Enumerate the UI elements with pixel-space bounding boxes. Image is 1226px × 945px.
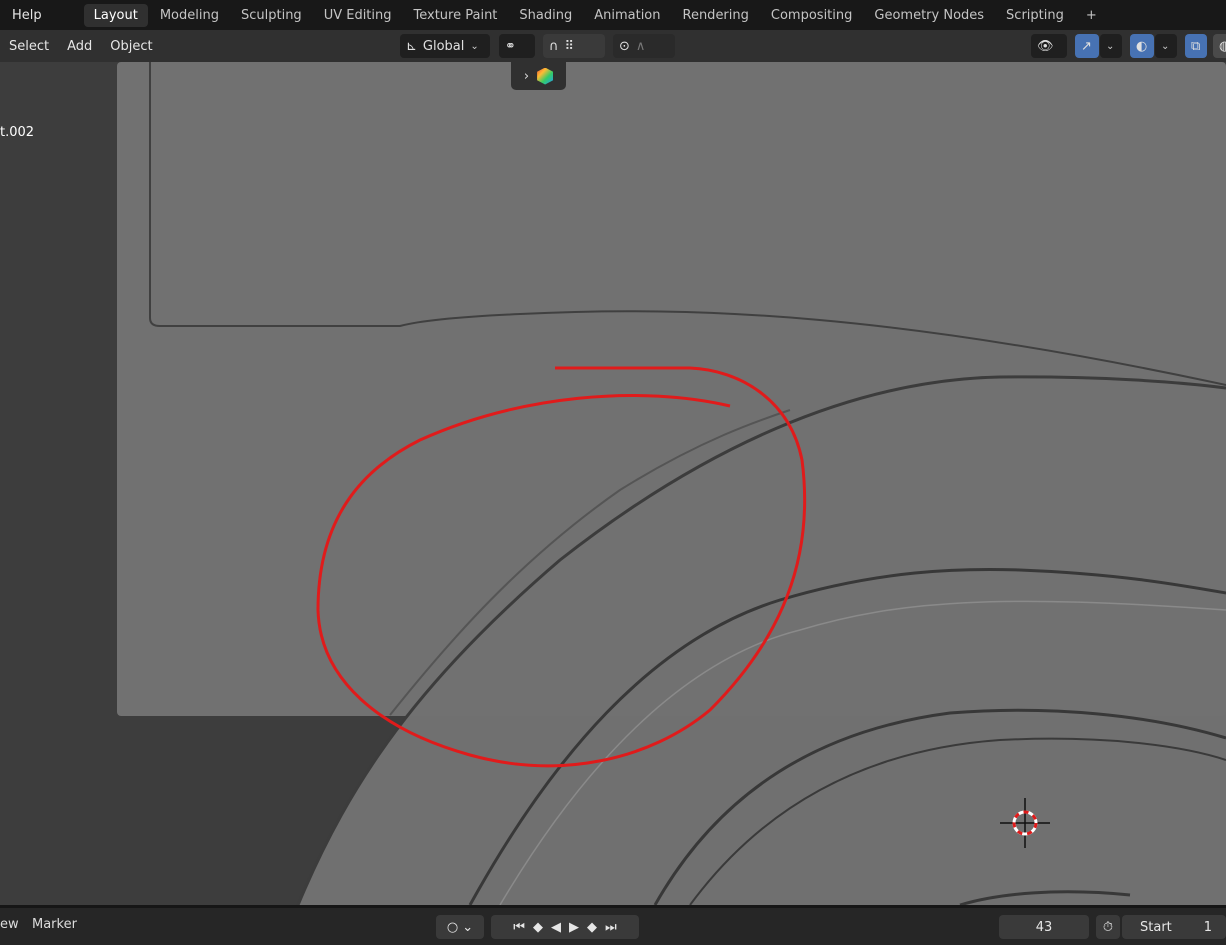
magnet-icon: ∩ xyxy=(549,38,559,54)
gizmo-toggle[interactable]: ↗ xyxy=(1075,34,1099,58)
shading-wireframe-button[interactable]: ◍ xyxy=(1213,34,1226,58)
gizmo-icon: ↗ xyxy=(1081,38,1092,54)
eye-icon: 👁 xyxy=(1037,38,1054,54)
add-workspace-button[interactable]: + xyxy=(1076,4,1107,27)
gizmo-dropdown[interactable]: ⌄ xyxy=(1100,34,1122,58)
orientation-value: Global xyxy=(422,38,465,54)
overlay-toggle[interactable]: ◐ xyxy=(1130,34,1154,58)
tab-geometry-nodes[interactable]: Geometry Nodes xyxy=(864,4,994,27)
tab-shading[interactable]: Shading xyxy=(509,4,582,27)
start-value: 1 xyxy=(1203,919,1212,935)
globe-icon: ◍ xyxy=(1219,38,1226,54)
menu-view[interactable]: ew xyxy=(0,917,19,932)
menu-add[interactable]: Add xyxy=(58,39,101,54)
menu-select[interactable]: Select xyxy=(0,39,58,54)
proportional-icon: ⊙ xyxy=(619,38,630,54)
tab-animation[interactable]: Animation xyxy=(584,4,670,27)
xray-toggle[interactable]: ⧉ xyxy=(1185,34,1207,58)
auto-keying-toggle[interactable]: ○ ⌄ xyxy=(436,915,484,939)
menu-marker[interactable]: Marker xyxy=(32,917,77,932)
start-frame-field[interactable]: Start 1 xyxy=(1122,915,1226,939)
color-hexagon-icon xyxy=(537,67,554,85)
overlay-icon: ◐ xyxy=(1136,38,1148,54)
prev-keyframe-icon[interactable]: ◆ xyxy=(533,920,543,935)
chevron-right-icon[interactable]: › xyxy=(524,69,529,84)
play-reverse-icon[interactable]: ◀ xyxy=(551,920,561,935)
timeline-bar: ew Marker ○ ⌄ ⏮ ◆ ◀ ▶ ◆ ⏭ 43 ⏱ Start 1 xyxy=(0,905,1226,945)
orientation-dropdown[interactable]: ⊾ Global ⌄ xyxy=(400,34,490,58)
tab-texture-paint[interactable]: Texture Paint xyxy=(404,4,508,27)
overlay-dropdown[interactable]: ⌄ xyxy=(1155,34,1177,58)
orientation-axes-icon: ⊾ xyxy=(406,38,417,54)
gizmo-panel[interactable]: › xyxy=(511,62,566,90)
help-menu[interactable]: Help xyxy=(0,8,54,23)
jump-end-icon[interactable]: ⏭ xyxy=(605,920,617,935)
tab-rendering[interactable]: Rendering xyxy=(673,4,759,27)
current-frame-field[interactable]: 43 xyxy=(999,915,1089,939)
tab-sculpting[interactable]: Sculpting xyxy=(231,4,312,27)
3d-viewport[interactable] xyxy=(0,62,1226,905)
menu-object[interactable]: Object xyxy=(101,39,161,54)
proportional-edit-toggle[interactable]: ⊙ ∧ xyxy=(613,34,675,58)
visibility-dropdown[interactable]: 👁 xyxy=(1031,34,1067,58)
chevron-down-icon: ⌄ xyxy=(470,40,479,52)
panel-surface xyxy=(117,62,1226,716)
start-label: Start xyxy=(1140,919,1172,935)
top-bar: Help Layout Modeling Sculpting UV Editin… xyxy=(0,0,1226,30)
stopwatch-icon[interactable]: ⏱ xyxy=(1096,915,1120,939)
tab-uv-editing[interactable]: UV Editing xyxy=(314,4,402,27)
next-keyframe-icon[interactable]: ◆ xyxy=(587,920,597,935)
xray-icon: ⧉ xyxy=(1191,38,1201,54)
tab-scripting[interactable]: Scripting xyxy=(996,4,1074,27)
snap-toggle[interactable]: ∩ ⠿ xyxy=(543,34,605,58)
jump-start-icon[interactable]: ⏮ xyxy=(513,920,525,935)
snap-grid-icon: ⠿ xyxy=(564,38,575,54)
tab-modeling[interactable]: Modeling xyxy=(150,4,229,27)
pivot-dropdown[interactable]: ⚭ xyxy=(499,34,535,58)
record-icon: ○ ⌄ xyxy=(446,919,474,935)
falloff-icon: ∧ xyxy=(635,38,646,54)
play-icon[interactable]: ▶ xyxy=(569,920,579,935)
object-name-label: t.002 xyxy=(0,125,35,140)
playback-controls: ⏮ ◆ ◀ ▶ ◆ ⏭ xyxy=(491,915,639,939)
viewport-header: Select Add Object ⊾ Global ⌄ ⚭ ∩ ⠿ ⊙ ∧ 👁 ↗… xyxy=(0,30,1226,62)
tab-compositing[interactable]: Compositing xyxy=(761,4,863,27)
link-icon: ⚭ xyxy=(505,38,516,54)
tab-layout[interactable]: Layout xyxy=(83,3,148,27)
